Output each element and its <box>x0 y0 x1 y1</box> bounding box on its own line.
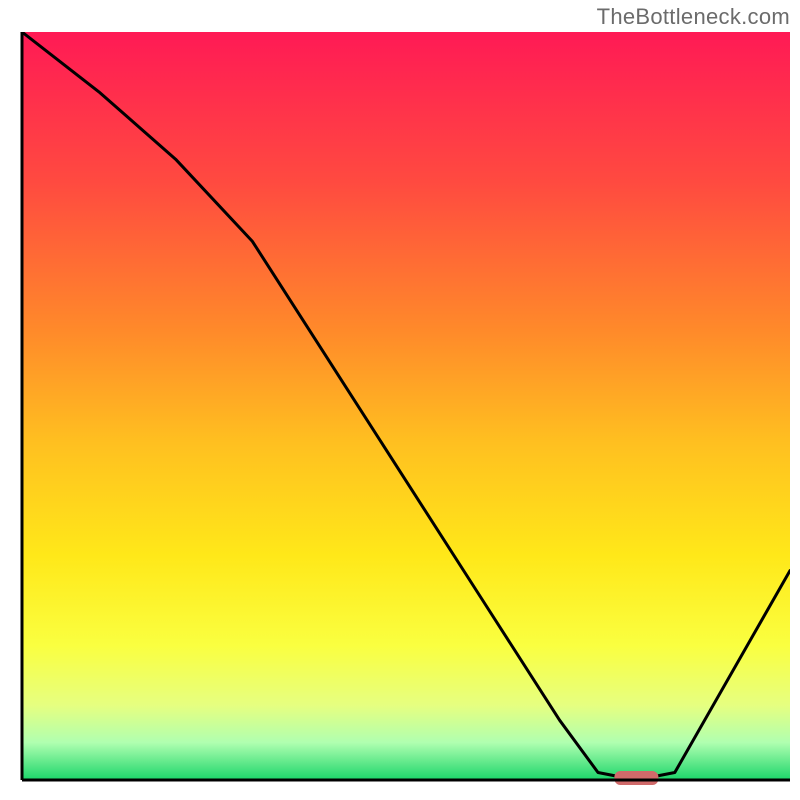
chart-container: TheBottleneck.com <box>0 0 800 800</box>
optimal-marker <box>614 771 658 785</box>
chart-gradient-bg <box>22 32 790 780</box>
bottleneck-chart <box>10 32 790 800</box>
watermark-text: TheBottleneck.com <box>597 4 790 30</box>
